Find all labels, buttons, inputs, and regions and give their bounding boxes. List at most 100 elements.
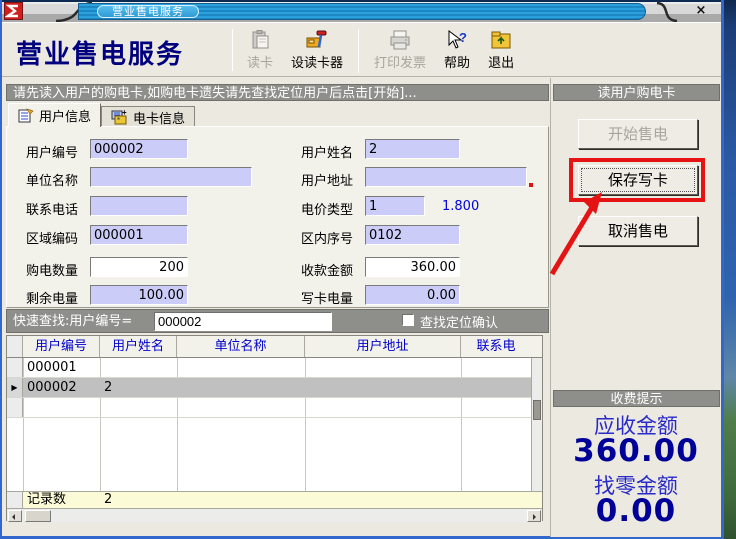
field-label: 单位名称 [26, 170, 78, 189]
table-row-empty [7, 398, 542, 418]
column-header[interactable]: 用户姓名 [100, 336, 177, 357]
fee-section-header: 收费提示 [553, 390, 720, 407]
unit-name-field[interactable] [90, 167, 252, 187]
toolbar-button-label: 退出 [488, 52, 514, 71]
toolbar-separator [358, 29, 359, 73]
read-card-icon [249, 29, 271, 51]
exit-icon [490, 29, 512, 51]
row-marker [7, 358, 23, 377]
search-confirm-checkbox[interactable] [402, 314, 414, 326]
message-bar: 请先读入用户的购电卡,如购电卡遗失请先查找定位用户后点击[开始]... [6, 84, 549, 101]
field-label: 用户编号 [26, 142, 78, 161]
field-label: 购电数量 [26, 260, 78, 279]
titlebar-swoosh-right [651, 2, 681, 22]
area-serial-field[interactable] [365, 225, 460, 245]
start-sale-button: 开始售电 [578, 119, 698, 149]
user-name-field[interactable] [365, 139, 460, 159]
remaining-qty-field[interactable] [90, 285, 188, 305]
toolbar-button-label: 读卡 [247, 52, 273, 71]
vertical-scroll-thumb[interactable] [533, 400, 541, 420]
field-label: 剩余电量 [26, 288, 78, 307]
table-body: 000001 ▶ 000002 2 [7, 358, 542, 491]
cell-phone [461, 378, 531, 397]
app-title: 营业售电服务 [16, 34, 184, 71]
cell-user-name: 2 [100, 378, 177, 397]
cell-user-name [100, 358, 177, 377]
svg-text:?: ? [459, 30, 467, 45]
search-confirm-label: 查找定位确认 [420, 312, 498, 331]
cell-unit-name [177, 378, 305, 397]
title-bar: 营业售电服务 × [2, 0, 721, 22]
tab-label: 用户信息 [39, 106, 91, 125]
table-footer: 记录数 2 [7, 491, 542, 508]
horizontal-scroll-thumb[interactable] [25, 510, 51, 522]
purchase-qty-field[interactable] [90, 257, 188, 277]
card-reader-tools-icon [305, 29, 329, 51]
write-qty-field[interactable] [365, 285, 460, 305]
desktop-background: 营业售电服务 × 营业售电服务 读卡 [0, 0, 736, 539]
toolbar: 营业售电服务 读卡 [2, 22, 721, 77]
field-label: 写卡电量 [301, 288, 353, 307]
cell-user-id: 000001 [23, 358, 100, 377]
svg-text:*: * [117, 116, 120, 125]
card-info-tab-icon: * + [111, 110, 128, 125]
scroll-right-icon[interactable] [527, 510, 541, 522]
cell-user-id: 000002 [23, 378, 100, 397]
payment-amount-field[interactable] [365, 257, 460, 277]
column-header[interactable]: 用户地址 [305, 336, 461, 357]
receivable-value: 360.00 [551, 433, 721, 469]
right-panel: 读用户购电卡 开始售电 保存写卡 取消售电 收费提示 应收金额 360.00 找… [550, 78, 721, 537]
price-type-field[interactable] [365, 196, 425, 216]
exit-button[interactable]: 退出 [485, 27, 517, 73]
scroll-left-icon[interactable] [8, 510, 22, 522]
printer-icon [388, 29, 412, 51]
user-info-panel [6, 126, 549, 308]
tab-user-info[interactable]: 用户信息 [8, 103, 101, 127]
app-logo-icon [4, 2, 23, 20]
toolbar-button-label: 帮助 [444, 52, 470, 71]
toolbar-button-label: 设读卡器 [291, 52, 343, 71]
field-label: 用户地址 [301, 170, 353, 189]
phone-field[interactable] [90, 196, 188, 216]
cell-address [305, 378, 461, 397]
row-marker-icon: ▶ [7, 378, 23, 397]
field-label: 用户姓名 [301, 142, 353, 161]
table-row[interactable]: 000001 [7, 358, 542, 378]
column-header[interactable]: 单位名称 [177, 336, 305, 357]
table-horizontal-scrollbar[interactable] [7, 508, 542, 522]
toolbar-button-label: 打印发票 [374, 52, 426, 71]
table-vertical-scrollbar[interactable] [531, 358, 542, 491]
table-row-selected[interactable]: ▶ 000002 2 [7, 378, 542, 398]
user-id-field[interactable] [90, 139, 188, 159]
field-label: 联系电话 [26, 199, 78, 218]
user-info-tab-icon [18, 108, 34, 123]
cell-address [305, 358, 461, 377]
close-icon[interactable]: × [693, 3, 709, 19]
column-header[interactable]: 用户编号 [23, 336, 100, 357]
field-label: 电价类型 [301, 199, 353, 218]
toolbar-separator [232, 29, 233, 71]
set-card-reader-button[interactable]: 设读卡器 [288, 27, 346, 73]
field-label: 区域编码 [26, 228, 78, 247]
cell-phone [461, 358, 531, 377]
tab-strip: 用户信息 * + 电卡信息 [8, 103, 195, 127]
area-code-field[interactable] [90, 225, 188, 245]
window-title: 营业售电服务 [97, 5, 199, 18]
tab-card-info[interactable]: * + 电卡信息 [101, 106, 195, 127]
annotation-dot [529, 183, 533, 187]
help-button[interactable]: ? 帮助 [441, 27, 473, 73]
cell-unit-name [177, 358, 305, 377]
user-address-field[interactable] [365, 167, 527, 187]
read-card-button: 读卡 [244, 27, 276, 73]
marker-column-header [7, 336, 23, 357]
help-icon: ? [446, 29, 468, 51]
quick-search-input[interactable] [154, 312, 332, 331]
change-value: 0.00 [551, 493, 721, 529]
column-header[interactable]: 联系电 [461, 336, 531, 357]
annotation-arrow [540, 188, 612, 280]
print-invoice-button: 打印发票 [371, 27, 429, 73]
table-header: 用户编号 用户姓名 单位名称 用户地址 联系电 [7, 336, 542, 358]
record-count-value: 2 [100, 492, 177, 508]
app-window: 营业售电服务 × 营业售电服务 读卡 [0, 0, 724, 539]
field-label: 区内序号 [301, 228, 353, 247]
